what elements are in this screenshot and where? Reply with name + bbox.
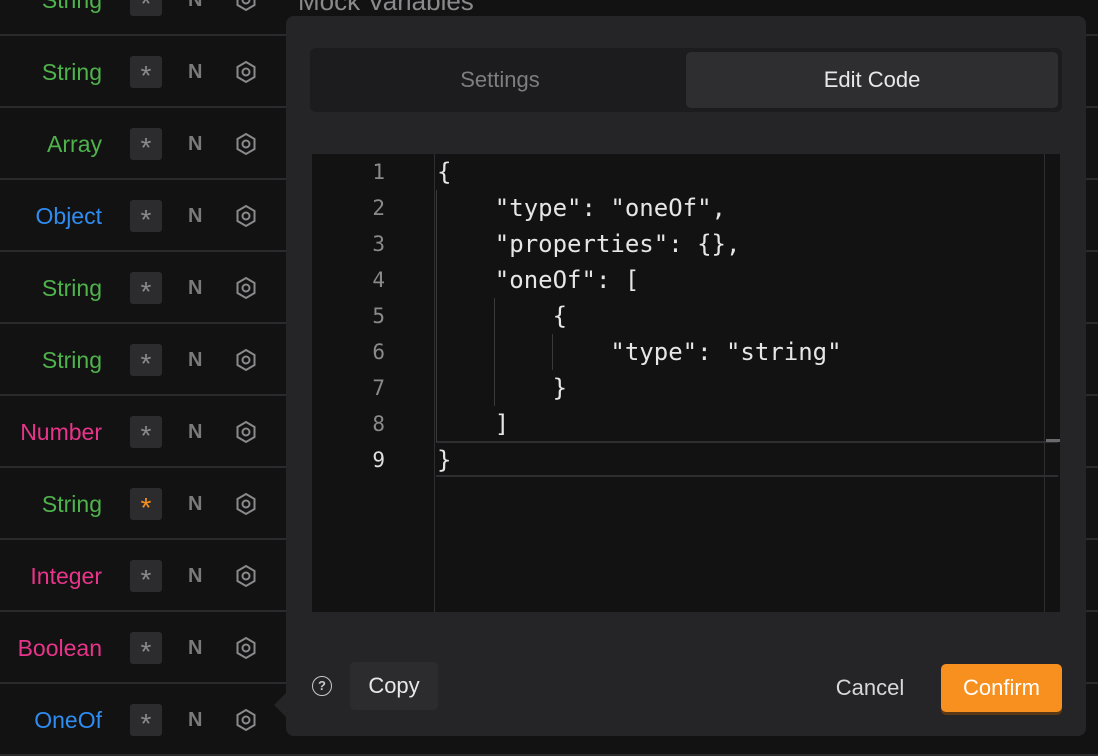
field-type-label[interactable]: Array <box>47 108 102 180</box>
nullable-toggle[interactable]: N <box>188 252 202 324</box>
nullable-toggle[interactable]: N <box>188 684 202 756</box>
line-number: 8 <box>372 412 385 436</box>
line-number: 6 <box>372 340 385 364</box>
vertical-scrollbar[interactable] <box>1044 154 1045 612</box>
help-icon[interactable]: ? <box>312 676 332 696</box>
required-toggle[interactable]: * <box>130 344 162 379</box>
nullable-toggle[interactable]: N <box>188 36 202 108</box>
nullable-toggle[interactable]: N <box>188 108 202 180</box>
cancel-button[interactable]: Cancel <box>820 664 920 712</box>
nullable-toggle[interactable]: N <box>188 180 202 252</box>
settings-hexagon-icon[interactable] <box>235 348 257 372</box>
code-line[interactable]: } <box>437 442 451 478</box>
copy-button[interactable]: Copy <box>350 662 438 710</box>
field-type-label[interactable]: String <box>42 252 102 324</box>
line-number: 5 <box>372 304 385 328</box>
line-number: 7 <box>372 376 385 400</box>
required-toggle[interactable]: * <box>130 272 162 307</box>
line-number: 4 <box>372 268 385 292</box>
code-line[interactable]: } <box>437 370 567 406</box>
tab-edit-code[interactable]: Edit Code <box>686 52 1058 108</box>
field-type-label[interactable]: String <box>42 0 102 36</box>
required-toggle[interactable]: * <box>130 128 162 163</box>
edit-code-popover: Settings Edit Code 1 {2 "type": "oneOf",… <box>286 16 1086 736</box>
settings-hexagon-icon[interactable] <box>235 276 257 300</box>
code-line[interactable]: ] <box>437 406 509 442</box>
tab-bar: Settings Edit Code <box>310 48 1062 112</box>
required-toggle[interactable]: * <box>130 56 162 91</box>
field-type-label[interactable]: Integer <box>30 540 102 612</box>
settings-hexagon-icon[interactable] <box>235 708 257 732</box>
code-line[interactable]: "type": "oneOf", <box>437 190 726 226</box>
popover-arrow <box>274 693 286 717</box>
tab-settings[interactable]: Settings <box>314 52 686 108</box>
settings-hexagon-icon[interactable] <box>235 636 257 660</box>
settings-hexagon-icon[interactable] <box>235 0 257 12</box>
field-type-label[interactable]: Boolean <box>18 612 102 684</box>
code-line[interactable]: "oneOf": [ <box>437 262 640 298</box>
settings-hexagon-icon[interactable] <box>235 60 257 84</box>
field-type-label[interactable]: String <box>42 324 102 396</box>
required-toggle[interactable]: * <box>130 0 162 19</box>
required-toggle[interactable]: * <box>130 200 162 235</box>
line-number: 3 <box>372 232 385 256</box>
line-number: 9 <box>372 448 385 472</box>
nullable-toggle[interactable]: N <box>188 324 202 396</box>
settings-hexagon-icon[interactable] <box>235 420 257 444</box>
nullable-toggle[interactable]: N <box>188 612 202 684</box>
field-type-label[interactable]: OneOf <box>34 684 102 756</box>
current-line-highlight <box>436 441 1058 477</box>
settings-hexagon-icon[interactable] <box>235 132 257 156</box>
code-line[interactable]: { <box>437 154 451 190</box>
nullable-toggle[interactable]: N <box>188 540 202 612</box>
field-type-label[interactable]: String <box>42 468 102 540</box>
scrollbar-thumb[interactable] <box>1046 439 1060 442</box>
line-number: 1 <box>372 160 385 184</box>
nullable-toggle[interactable]: N <box>188 0 202 36</box>
required-toggle[interactable]: * <box>130 416 162 451</box>
required-toggle[interactable]: * <box>130 488 162 523</box>
settings-hexagon-icon[interactable] <box>235 564 257 588</box>
field-type-label[interactable]: Number <box>20 396 102 468</box>
nullable-toggle[interactable]: N <box>188 396 202 468</box>
settings-hexagon-icon[interactable] <box>235 204 257 228</box>
line-number: 2 <box>372 196 385 220</box>
code-line[interactable]: "type": "string" <box>437 334 841 370</box>
code-line[interactable]: { <box>437 298 567 334</box>
field-type-label[interactable]: String <box>42 36 102 108</box>
confirm-button[interactable]: Confirm <box>941 664 1062 712</box>
field-type-label[interactable]: Object <box>36 180 102 252</box>
settings-hexagon-icon[interactable] <box>235 492 257 516</box>
required-toggle[interactable]: * <box>130 632 162 667</box>
required-toggle[interactable]: * <box>130 704 162 739</box>
required-toggle[interactable]: * <box>130 560 162 595</box>
code-line[interactable]: "properties": {}, <box>437 226 741 262</box>
nullable-toggle[interactable]: N <box>188 468 202 540</box>
code-editor[interactable]: 1 {2 "type": "oneOf", 3 "properties": {},… <box>312 154 1060 612</box>
